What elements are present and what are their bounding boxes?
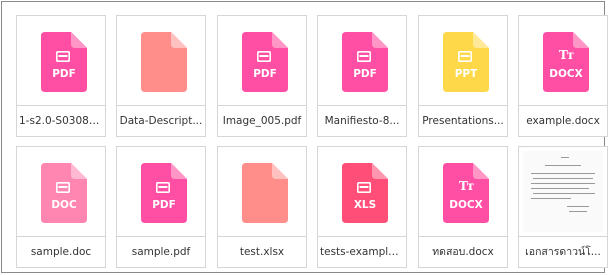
file-thumbnail: [117, 16, 205, 105]
preview-text-line: [567, 206, 589, 207]
file-tile[interactable]: PDF sample.pdf: [116, 146, 206, 268]
pdf-file-icon: PDF: [342, 32, 388, 92]
file-name: sample.pdf: [131, 246, 191, 258]
document-preview-image: [523, 151, 603, 232]
document-glyph-icon: [56, 51, 70, 62]
file-tile[interactable]: Tт DOCX ทดสอบ.docx: [418, 146, 508, 268]
file-tile[interactable]: Tт DOCX example.docx: [518, 15, 608, 137]
file-thumbnail: PDF: [318, 16, 406, 105]
text-format-icon: Tт: [458, 179, 474, 193]
file-thumbnail: [519, 147, 607, 236]
document-glyph-icon: [458, 51, 472, 62]
file-thumbnail: PDF: [117, 147, 205, 236]
file-type-label: DOCX: [549, 68, 583, 80]
pdf-file-icon: PDF: [242, 32, 288, 92]
document-glyph-icon: [257, 51, 271, 62]
preview-text-line: [531, 173, 595, 174]
file-tile[interactable]: DOC sample.doc: [16, 146, 106, 268]
file-type-label: DOC: [51, 199, 77, 211]
file-name: เอกสารดาวน์โ...: [525, 246, 601, 258]
file-type-label: PDF: [253, 68, 277, 80]
file-tile[interactable]: Data-Descript...: [116, 15, 206, 137]
docx-file-icon: Tт DOCX: [443, 163, 489, 223]
preview-text-line: [531, 198, 571, 199]
file-thumbnail: PDF: [17, 16, 105, 105]
file-name: tests-example...: [320, 246, 404, 258]
file-type-label: PDF: [353, 68, 377, 80]
file-thumbnail: PDF: [218, 16, 306, 105]
file-name: Data-Descript...: [119, 115, 203, 127]
preview-text-line: [545, 165, 581, 166]
file-name: ทดสอบ.docx: [432, 246, 494, 258]
blank-file-icon: [242, 163, 288, 223]
pdf-file-icon: PDF: [41, 32, 87, 92]
preview-text-line: [531, 188, 589, 189]
document-glyph-icon: [357, 182, 371, 193]
file-type-label: XLS: [353, 199, 377, 211]
file-thumbnail: PPT: [419, 16, 507, 105]
file-tile[interactable]: PDF Manifiesto-8...: [317, 15, 407, 137]
preview-text-line: [531, 183, 595, 184]
file-type-label: PPT: [454, 68, 478, 80]
blank-file-icon: [141, 32, 187, 92]
doc-file-icon: DOC: [41, 163, 87, 223]
text-format-icon: Tт: [558, 48, 574, 62]
file-tile[interactable]: PDF Image_005.pdf: [217, 15, 307, 137]
file-thumbnail: DOC: [17, 147, 105, 236]
file-name: 1-s2.0-S03088...: [19, 115, 103, 127]
preview-text-line: [533, 178, 593, 179]
file-thumbnail: Tт DOCX: [519, 16, 607, 105]
document-glyph-icon: [156, 182, 170, 193]
file-name: Manifiesto-8...: [324, 115, 400, 127]
file-tile[interactable]: PPT Presentations...: [418, 15, 508, 137]
file-thumbnail: [218, 147, 306, 236]
file-type-label: PDF: [152, 199, 176, 211]
file-type-label: DOCX: [449, 199, 483, 211]
file-thumbnail: Tт DOCX: [419, 147, 507, 236]
ppt-file-icon: PPT: [443, 32, 489, 92]
preview-text-line: [569, 211, 587, 212]
preview-text-line: [561, 157, 569, 158]
file-tile[interactable]: XLS tests-example...: [317, 146, 407, 268]
file-tile[interactable]: PDF 1-s2.0-S03088...: [16, 15, 106, 137]
xls-file-icon: XLS: [342, 163, 388, 223]
file-name: test.xlsx: [239, 246, 285, 258]
file-name: Image_005.pdf: [222, 115, 302, 127]
file-tile[interactable]: เอกสารดาวน์โ...: [518, 146, 608, 268]
pdf-file-icon: PDF: [141, 163, 187, 223]
docx-file-icon: Tт DOCX: [543, 32, 589, 92]
file-name: sample.doc: [30, 246, 92, 258]
preview-text-line: [533, 193, 595, 194]
file-thumbnail: XLS: [318, 147, 406, 236]
file-tile[interactable]: test.xlsx: [217, 146, 307, 268]
file-name: Presentations...: [422, 115, 504, 127]
file-grid: PDF 1-s2.0-S03088... Data-Descript... PDF Im…: [16, 15, 608, 275]
file-name: example.docx: [526, 115, 600, 127]
document-glyph-icon: [56, 182, 70, 193]
document-glyph-icon: [357, 51, 371, 62]
file-type-label: PDF: [52, 68, 76, 80]
